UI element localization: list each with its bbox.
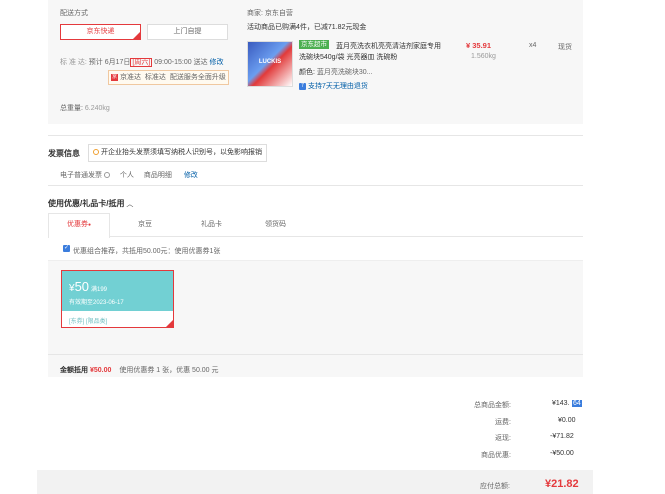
shipping-section-label: 配送方式: [60, 10, 88, 17]
total-weight-label: 总重量:: [60, 105, 83, 112]
summary-label: 金额抵用: [60, 367, 88, 374]
invoice-recipient: 个人: [119, 172, 134, 179]
invoice-type: 电子普通发票: [60, 172, 102, 179]
coupon-value: 50: [74, 279, 90, 294]
color-value: 蓝月亮洗碗块30...: [316, 69, 373, 76]
delivery-schedule: 标 准 达: 预计 6月17日 [周六] 09:00-15:00 送达 修改: [60, 57, 224, 67]
promo-prefix: 活动商品已购满4件，已减: [247, 24, 328, 31]
service-badge: 配送服务全面升级: [169, 74, 226, 81]
product-image[interactable]: LUCKIS: [247, 41, 293, 87]
invoice-content: 商品明细: [143, 172, 172, 179]
new-dot-icon: ●: [87, 222, 92, 228]
summary-detail: 使用优惠券 1 张，优惠 50.00 元: [119, 367, 219, 374]
invoice-title: 发票信息: [48, 149, 80, 158]
lightbulb-icon: [93, 149, 99, 156]
product-price: ¥ 35.91: [466, 41, 492, 50]
coupon-summary: 金额抵用 ¥50.00 使用优惠券 1 张，优惠 50.00 元: [60, 365, 219, 375]
promo-suffix: 元现金: [345, 24, 367, 31]
total-label: 运费:: [495, 419, 511, 426]
product-service: 7 支持7天无理由退货: [299, 81, 368, 91]
coupon-expiry: 有效期至2023-06-17: [69, 300, 124, 306]
invoice-tip-text: 开企业抬头发票须填写纳税人识别号，以免影响报销: [100, 149, 262, 156]
total-label: 总商品金额:: [474, 402, 511, 409]
jd-zhun-icon: 京: [111, 73, 118, 81]
schedule-time: 09:00-15:00 送达: [154, 59, 208, 66]
coupon-amount: ¥50 满199: [69, 279, 107, 294]
coupon-card[interactable]: ¥50 满199 有效期至2023-06-17 [东券] [限品类]: [61, 270, 174, 328]
coupon-tabbar: [48, 213, 583, 237]
total-badge: 64: [572, 400, 582, 407]
total-label: 返现:: [495, 435, 511, 442]
shipping-option-jd-express[interactable]: 京东快递: [60, 24, 141, 40]
total-value: -¥71.82: [550, 433, 574, 440]
promo-line: 活动商品已购满4件，已减71.82元现金: [247, 22, 366, 32]
product-color: 颜色: 蓝月亮洗碗块30...: [299, 67, 373, 77]
invoice-divider: [48, 135, 583, 136]
service-badges: 京 京准达 标准达 配送服务全面升级: [108, 70, 229, 85]
chevron-up-icon: ︿: [126, 201, 134, 208]
tab-gift-card[interactable]: 礼品卡: [201, 219, 222, 229]
total-value: -¥50.00: [550, 450, 574, 457]
coupon-scope: [东券] [限品类]: [69, 319, 108, 325]
total-weight: 总重量: 6.240kg: [60, 103, 110, 113]
merchant-label: 商家:: [247, 10, 263, 17]
payable-label: 应付总额:: [480, 483, 510, 490]
recommend-checkbox[interactable]: ✓: [63, 245, 70, 252]
tab-jd-beans[interactable]: 京豆: [138, 219, 152, 229]
recommend-text: 优惠组合推荐，共抵用50.00元：使用优惠券1张: [73, 248, 221, 255]
product-title-line2[interactable]: 洗碗块540g/袋 光亮器皿 洗碗粉: [299, 52, 397, 62]
coupons-title[interactable]: 使用优惠/礼品卡/抵用 ︿: [48, 198, 133, 209]
shipping-option-label: 上门自提: [173, 28, 202, 35]
product-image-label: LUCKIS: [258, 59, 282, 65]
store-tag: 京东超市: [299, 40, 329, 49]
promo-amount: 71.82: [327, 24, 346, 31]
selected-corner-icon: [133, 32, 140, 39]
tab-label: 优惠券: [66, 221, 88, 228]
selected-corner-icon: [166, 320, 173, 327]
total-weight-value: 6.240kg: [84, 105, 110, 112]
product-weight: 1.560kg: [471, 53, 496, 60]
schedule-date: 预计 6月17日: [88, 59, 131, 66]
invoice-edit-link[interactable]: 修改: [184, 172, 198, 179]
product-quantity: x4: [529, 42, 537, 49]
service-note[interactable]: 支持7天无理由退货: [308, 83, 368, 90]
shipping-option-label: 京东快递: [86, 28, 115, 35]
service-badge: 京准达: [119, 74, 141, 81]
info-icon[interactable]: [103, 172, 110, 179]
schedule-prefix: 标 准 达:: [60, 59, 87, 66]
product-stock: 现货: [558, 44, 572, 51]
merchant-name: 京东自营: [264, 10, 293, 17]
payable-value: ¥21.82: [545, 478, 579, 490]
tab-claim-code[interactable]: 领货码: [265, 219, 286, 229]
merchant-info: 商家: 京东自营: [247, 8, 293, 18]
shipping-option-pickup[interactable]: 上门自提: [147, 24, 228, 40]
coupon-condition: 满199: [90, 287, 107, 293]
schedule-edit-link[interactable]: 修改: [210, 59, 224, 66]
total-value: ¥143.: [552, 400, 570, 407]
summary-amount: ¥50.00: [89, 367, 112, 374]
invoice-tip: 开企业抬头发票须填写纳税人识别号，以免影响报销: [88, 144, 267, 162]
total-value: ¥0.00: [558, 417, 576, 424]
color-label: 颜色:: [299, 69, 315, 76]
coupons-title-text: 使用优惠/礼品卡/抵用: [48, 199, 125, 208]
coupon-summary-divider: [48, 354, 583, 355]
invoice-bottom-divider: [48, 185, 583, 186]
invoice-details: 电子普通发票 个人 商品明细 修改: [60, 170, 198, 180]
tab-coupon[interactable]: 优惠券●: [48, 213, 110, 238]
return-policy-icon: 7: [299, 82, 306, 90]
schedule-day: [周六]: [130, 58, 153, 67]
total-label: 商品优惠:: [481, 452, 511, 459]
service-badge: 标准达: [144, 74, 166, 81]
product-title-line1[interactable]: 蓝月亮洗衣机亮亮清洁剂家庭专用: [336, 41, 441, 51]
